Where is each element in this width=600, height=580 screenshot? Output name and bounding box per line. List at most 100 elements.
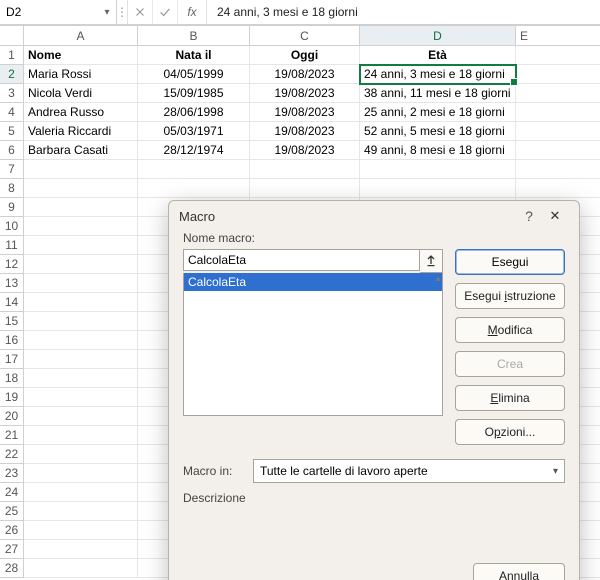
cell-B4[interactable]: 28/06/1998 bbox=[138, 103, 250, 122]
cell-B5[interactable]: 05/03/1971 bbox=[138, 122, 250, 141]
cell-B3[interactable]: 15/09/1985 bbox=[138, 84, 250, 103]
cell-A3[interactable]: Nicola Verdi bbox=[24, 84, 138, 103]
macro-list-item[interactable]: CalcolaEta bbox=[184, 273, 442, 291]
cell-E1[interactable] bbox=[516, 46, 600, 65]
cell-empty[interactable] bbox=[24, 160, 138, 179]
row-header[interactable]: 6 bbox=[0, 141, 24, 160]
row-header[interactable]: 14 bbox=[0, 293, 24, 312]
cell-D6[interactable]: 49 anni, 8 mesi e 18 giorni bbox=[360, 141, 516, 160]
cell-empty[interactable] bbox=[24, 312, 138, 331]
row-header[interactable]: 12 bbox=[0, 255, 24, 274]
help-icon[interactable]: ? bbox=[517, 208, 541, 224]
cancel-button[interactable]: Annulla bbox=[473, 563, 565, 580]
row-header[interactable]: 4 bbox=[0, 103, 24, 122]
select-all-corner[interactable] bbox=[0, 26, 24, 46]
column-header-B[interactable]: B bbox=[138, 26, 250, 46]
macro-in-select[interactable]: Tutte le cartelle di lavoro aperte ▾ bbox=[253, 459, 565, 483]
delete-button[interactable]: Elimina bbox=[455, 385, 565, 411]
column-header-C[interactable]: C bbox=[250, 26, 360, 46]
macro-name-input[interactable] bbox=[183, 249, 420, 271]
row-header[interactable]: 24 bbox=[0, 483, 24, 502]
cell-A2[interactable]: Maria Rossi bbox=[24, 65, 138, 84]
row-header[interactable]: 15 bbox=[0, 312, 24, 331]
cell-D3[interactable]: 38 anni, 11 mesi e 18 giorni bbox=[360, 84, 516, 103]
row-header[interactable]: 26 bbox=[0, 521, 24, 540]
row-header[interactable]: 21 bbox=[0, 426, 24, 445]
row-header[interactable]: 16 bbox=[0, 331, 24, 350]
cell-E4[interactable] bbox=[516, 103, 600, 122]
cell-D4[interactable]: 25 anni, 2 mesi e 18 giorni bbox=[360, 103, 516, 122]
cell-empty[interactable] bbox=[516, 179, 600, 198]
row-header[interactable]: 27 bbox=[0, 540, 24, 559]
cell-empty[interactable] bbox=[24, 274, 138, 293]
cell-A1[interactable]: Nome bbox=[24, 46, 138, 65]
row-header[interactable]: 13 bbox=[0, 274, 24, 293]
cell-empty[interactable] bbox=[24, 559, 138, 578]
cell-empty[interactable] bbox=[24, 198, 138, 217]
row-header[interactable]: 19 bbox=[0, 388, 24, 407]
scroll-up-icon[interactable]: ▴ bbox=[434, 273, 442, 285]
options-button[interactable]: Opzioni... bbox=[455, 419, 565, 445]
row-header[interactable]: 7 bbox=[0, 160, 24, 179]
column-header-A[interactable]: A bbox=[24, 26, 138, 46]
step-button[interactable]: Esegui istruzione bbox=[455, 283, 565, 309]
cell-D2[interactable]: 24 anni, 3 mesi e 18 giorni bbox=[360, 65, 516, 84]
cell-empty[interactable] bbox=[24, 521, 138, 540]
cell-E6[interactable] bbox=[516, 141, 600, 160]
row-header[interactable]: 23 bbox=[0, 464, 24, 483]
name-box[interactable] bbox=[0, 1, 98, 23]
row-header[interactable]: 8 bbox=[0, 179, 24, 198]
row-header[interactable]: 18 bbox=[0, 369, 24, 388]
cell-A6[interactable]: Barbara Casati bbox=[24, 141, 138, 160]
cell-empty[interactable] bbox=[24, 540, 138, 559]
column-header-D[interactable]: D bbox=[360, 26, 516, 46]
macro-run-arrow-icon[interactable] bbox=[420, 249, 443, 273]
row-header[interactable]: 10 bbox=[0, 217, 24, 236]
cell-C1[interactable]: Oggi bbox=[250, 46, 360, 65]
row-header[interactable]: 28 bbox=[0, 559, 24, 578]
cell-empty[interactable] bbox=[138, 160, 250, 179]
row-header[interactable]: 2 bbox=[0, 65, 24, 84]
cell-C5[interactable]: 19/08/2023 bbox=[250, 122, 360, 141]
row-header[interactable]: 11 bbox=[0, 236, 24, 255]
row-header[interactable]: 20 bbox=[0, 407, 24, 426]
cell-empty[interactable] bbox=[24, 483, 138, 502]
cell-E3[interactable] bbox=[516, 84, 600, 103]
cell-B2[interactable]: 04/05/1999 bbox=[138, 65, 250, 84]
cell-C6[interactable]: 19/08/2023 bbox=[250, 141, 360, 160]
cell-empty[interactable] bbox=[24, 331, 138, 350]
cell-E5[interactable] bbox=[516, 122, 600, 141]
cell-empty[interactable] bbox=[360, 179, 516, 198]
cancel-formula-button[interactable] bbox=[128, 0, 153, 24]
cell-empty[interactable] bbox=[24, 426, 138, 445]
cell-empty[interactable] bbox=[360, 160, 516, 179]
cell-B6[interactable]: 28/12/1974 bbox=[138, 141, 250, 160]
macro-listbox[interactable]: CalcolaEta▴ bbox=[183, 273, 443, 416]
row-header[interactable]: 1 bbox=[0, 46, 24, 65]
cell-empty[interactable] bbox=[24, 350, 138, 369]
close-icon[interactable]: ✕ bbox=[541, 208, 569, 224]
cell-empty[interactable] bbox=[24, 502, 138, 521]
row-header[interactable]: 3 bbox=[0, 84, 24, 103]
column-header-E[interactable]: E bbox=[516, 26, 600, 46]
cell-D5[interactable]: 52 anni, 5 mesi e 18 giorni bbox=[360, 122, 516, 141]
cell-A4[interactable]: Andrea Russo bbox=[24, 103, 138, 122]
cell-empty[interactable] bbox=[24, 179, 138, 198]
accept-formula-button[interactable] bbox=[153, 0, 178, 24]
edit-button[interactable]: Modifica bbox=[455, 317, 565, 343]
row-header[interactable]: 17 bbox=[0, 350, 24, 369]
fx-button[interactable]: fx bbox=[178, 0, 207, 24]
cell-A5[interactable]: Valeria Riccardi bbox=[24, 122, 138, 141]
row-header[interactable]: 25 bbox=[0, 502, 24, 521]
dialog-titlebar[interactable]: Macro ? ✕ bbox=[169, 201, 579, 231]
formula-text[interactable]: 24 anni, 3 mesi e 18 giorni bbox=[207, 0, 600, 24]
cell-empty[interactable] bbox=[24, 445, 138, 464]
cell-empty[interactable] bbox=[24, 255, 138, 274]
cell-C4[interactable]: 19/08/2023 bbox=[250, 103, 360, 122]
cell-empty[interactable] bbox=[250, 179, 360, 198]
cell-empty[interactable] bbox=[24, 407, 138, 426]
run-button[interactable]: Esegui bbox=[455, 249, 565, 275]
row-header[interactable]: 22 bbox=[0, 445, 24, 464]
cell-empty[interactable] bbox=[24, 236, 138, 255]
cell-empty[interactable] bbox=[24, 464, 138, 483]
